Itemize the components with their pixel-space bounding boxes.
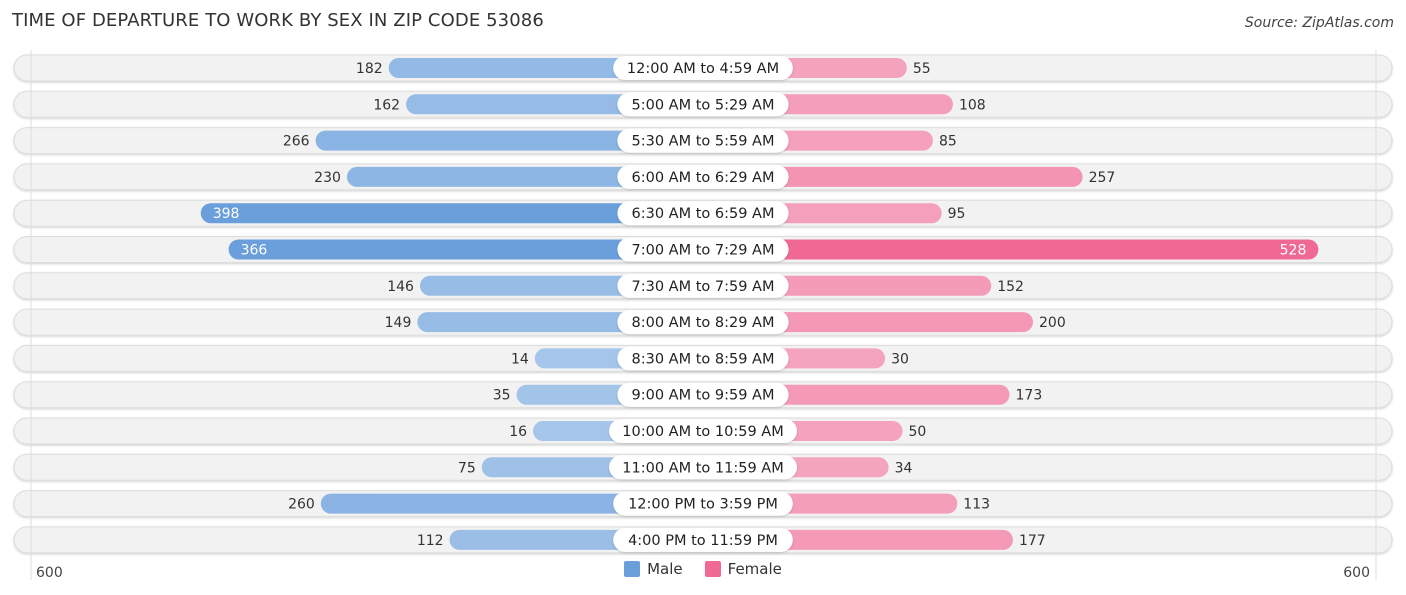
male-value-label: 16 [509,424,527,440]
legend-label-male: Male [647,560,683,578]
chart-row: 35 173 9:00 AM to 9:59 AM [13,381,1393,409]
legend: Male Female [0,560,1406,578]
legend-item-female: Female [704,560,782,578]
category-label: 12:00 PM to 3:59 PM [628,497,778,513]
chart-row: 366 528 7:00 AM to 7:29 AM [13,236,1393,263]
category-label: 7:00 AM to 7:29 AM [632,243,775,259]
chart-row: 162 108 5:00 AM to 5:29 AM [13,90,1393,118]
female-value-label: 50 [909,424,927,440]
female-value-label: 55 [913,61,931,77]
male-value-label: 182 [356,61,383,77]
chart-row: 260 113 12:00 PM to 3:59 PM [13,490,1393,518]
chart-area: 182 55 12:00 AM to 4:59 AM 162 108 5:00 AM to… [13,50,1393,581]
chart-row: 112 177 4:00 PM to 11:59 PM [13,526,1393,554]
male-value-label: 230 [314,170,341,186]
chart-row: 230 257 6:00 AM to 6:29 AM [13,163,1393,191]
chart-row: 266 85 5:30 AM to 5:59 AM [13,127,1393,155]
category-label: 5:30 AM to 5:59 AM [632,134,775,150]
male-value-label: 146 [387,279,414,295]
chart-row: 75 34 11:00 AM to 11:59 AM [13,453,1393,481]
female-value-label: 113 [963,497,990,513]
chart-row: 146 152 7:30 AM to 7:59 AM [13,272,1393,300]
category-label: 9:00 AM to 9:59 AM [632,388,775,404]
female-value-label: 108 [959,97,986,113]
chart-row: 14 30 8:30 AM to 8:59 AM [13,344,1393,372]
male-value-label: 260 [288,497,315,513]
male-swatch [624,561,641,577]
female-value-label: 528 [1280,243,1307,259]
category-label: 7:30 AM to 7:59 AM [632,279,775,295]
male-value-label: 366 [241,243,268,259]
male-value-label: 75 [458,460,476,476]
female-swatch [704,561,721,577]
category-label: 4:00 PM to 11:59 PM [628,533,778,549]
female-value-label: 257 [1089,170,1116,186]
category-label: 6:00 AM to 6:29 AM [632,170,775,186]
male-value-label: 112 [417,533,444,549]
category-label: 5:00 AM to 5:29 AM [632,97,775,113]
female-value-label: 173 [1016,388,1043,404]
legend-label-female: Female [727,560,782,578]
chart-row: 16 50 10:00 AM to 10:59 AM [13,417,1393,445]
female-bar [703,239,1319,260]
male-value-label: 266 [283,134,310,150]
category-label: 6:30 AM to 6:59 AM [632,206,775,222]
male-value-label: 14 [511,351,529,367]
category-label: 12:00 AM to 4:59 AM [627,61,779,77]
female-value-label: 34 [895,460,913,476]
female-value-label: 30 [891,351,909,367]
female-value-label: 85 [939,134,957,150]
female-value-label: 200 [1039,315,1066,331]
male-value-label: 398 [213,206,240,222]
female-value-label: 177 [1019,533,1046,549]
female-value-label: 95 [948,206,966,222]
male-value-label: 162 [373,97,400,113]
category-label: 10:00 AM to 10:59 AM [622,424,783,440]
legend-item-male: Male [624,560,683,578]
category-label: 8:30 AM to 8:59 AM [632,351,775,367]
category-label: 11:00 AM to 11:59 AM [622,460,783,476]
male-value-label: 35 [493,388,511,404]
chart-row: 398 95 6:30 AM to 6:59 AM [13,199,1393,227]
chart-row: 149 200 8:00 AM to 8:29 AM [13,308,1393,336]
female-value-label: 152 [997,279,1024,295]
chart-row: 182 55 12:00 AM to 4:59 AM [13,54,1393,82]
male-value-label: 149 [385,315,412,331]
category-label: 8:00 AM to 8:29 AM [632,315,775,331]
